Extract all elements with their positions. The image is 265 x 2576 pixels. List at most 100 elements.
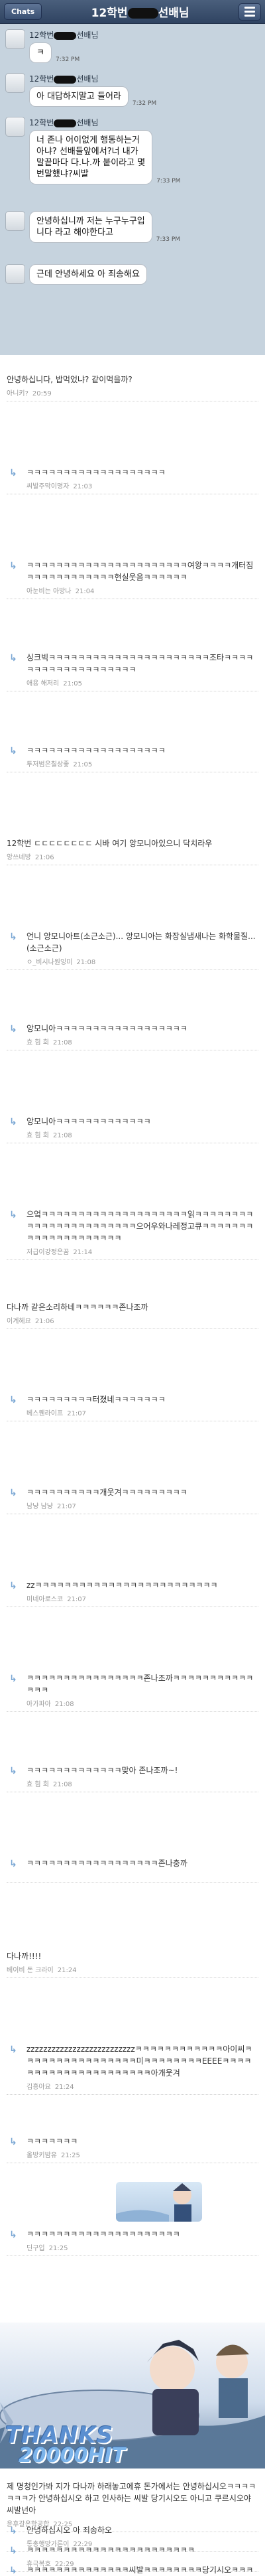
comment-author[interactable]: 효 힘 회: [26, 1781, 49, 1788]
comment-time: 20:59: [32, 390, 52, 397]
reply-arrow-icon: ↳: [9, 1859, 17, 1869]
reply-arrow-icon: ↳: [9, 2545, 17, 2556]
reply-comment: ↳ ㅋㅋㅋㅋㅋㅋㅋㅋㅋㅋㅋㅋㅋㅋㅋㅋㅋㅋㅋㅋㅋ 딘구입 21:25: [7, 2223, 258, 2256]
comment-author[interactable]: 투저범은칠상좋: [26, 761, 69, 768]
comment-author[interactable]: ㅇ_비시나원잉미: [26, 959, 72, 966]
message-time: 7:33 PM: [156, 178, 181, 184]
message-time: 7:32 PM: [55, 56, 80, 63]
menu-icon[interactable]: [238, 3, 261, 21]
comment-text: 다나까 같은소리하네ㅋㅋㅋㅋㅋㅋ존나조까: [7, 1303, 148, 1312]
comment-text: ㅋㅋㅋㅋㅋㅋㅋㅋㅋㅋㅋㅋㅋ맞아 존나조까~!: [26, 1766, 178, 1775]
comment-author[interactable]: 아니키?: [7, 390, 28, 397]
comment-meta: 효 힘 회 21:08: [26, 1037, 258, 1046]
comment-text: 앙모니아ㅋㅋㅋㅋㅋㅋㅋㅋㅋㅋㅋㅋㅋㅋㅋㅋㅋㅋ: [26, 1024, 187, 1033]
reply-comment: ↳ ㅋㅋㅋㅋㅋㅋㅋㅋㅋㅋㅋㅋㅋㅋㅋㅋ존나조까ㅋㅋㅋㅋㅋㅋㅋㅋㅋㅋㅋㅋㅋㅋ 아가파아 2…: [7, 1667, 258, 1712]
reply-arrow-icon: ↳: [9, 2044, 17, 2055]
reply-arrow-icon: ↳: [9, 1210, 17, 1220]
comment-author[interactable]: 미네아로스코: [26, 1596, 63, 1603]
comment-author[interactable]: 아눈비는 아방나: [26, 588, 72, 595]
comment-author[interactable]: 앙쓰네방: [7, 854, 31, 861]
comment-time: 21:24: [57, 1967, 77, 1974]
comment-text: 다나까!!!!: [7, 1952, 42, 1961]
inline-image: [116, 2182, 202, 2222]
comment-time: 21:08: [52, 1039, 72, 1046]
reply-arrow-icon: ↳: [9, 1766, 17, 1776]
comment-text: ㅋㅋㅋㅋㅋㅋㅋㅋㅋ터졌네ㅋㅋㅋㅋㅋㅋㅋ: [26, 1395, 166, 1404]
comment-meta: 아니키? 20:59: [7, 388, 258, 397]
comment-time: 21:07: [56, 1503, 76, 1510]
comment-text: ㅋㅋㅋㅋㅋㅋㅋㅋㅋㅋㅋㅋㅋㅋㅋㅋㅋㅋ존나충까: [26, 1859, 187, 1868]
comment-meta: 아가파아 21:08: [26, 1698, 258, 1708]
comment-text: ㅋㅋㅋㅋㅋㅋㅋㅋㅋㅋㅋㅋㅋㅋㅋㅋㅋㅋㅋ: [26, 468, 166, 477]
reply-comment: ↳ ㅋㅋㅋㅋㅋㅋㅋㅋㅋ터졌네ㅋㅋㅋㅋㅋㅋㅋ 베스웬라이프 21:07: [7, 1388, 258, 1421]
avatar[interactable]: [5, 117, 25, 137]
sender-name: 12학번 선배님: [29, 118, 99, 127]
comment-meta: 아눈비는 아방나 21:04: [26, 585, 258, 595]
sender-name: 12학번 선배님: [29, 74, 99, 84]
reply-arrow-icon: ↳: [9, 2565, 17, 2576]
comment-author[interactable]: 남냥 남냥: [26, 1503, 53, 1510]
comment: 12학번 ㄷㄷㄷㄷㄷㄷㄷㄷ 시바 여기 앙모니아있으니 닥치라우 앙쓰네방 21:0…: [7, 832, 258, 865]
comment-text: ㅋㅋㅋㅋㅋㅋㅋㅋㅋㅋㅋㅋㅋㅋㅋㅋㅋㅋㅋㅋㅋㅋㅋ: [26, 2545, 195, 2555]
avatar[interactable]: [5, 29, 25, 49]
reply-comment: ↳ ㅋㅋㅋㅋㅋㅋㅋㅋㅋㅋㅋㅋㅋ맞아 존나조까~! 효 힘 회 21:08: [7, 1759, 258, 1792]
avatar[interactable]: [5, 264, 25, 284]
redaction-mark: [127, 8, 158, 19]
comment-author[interactable]: 효 힘 회: [26, 1132, 49, 1139]
reply-comment: ↳ 으엌ㅋㅋㅋㅋㅋㅋㅋㅋㅋㅋㅋㅋㅋㅋㅋㅋㅋㅋㅋㅋ읽ㅋㅋㅋㅋㅋㅋㅋㅋㅋㅋㅋㅋㅋㅋㅋㅋ…: [7, 1203, 258, 1260]
comment-text: zzㅋㅋㅋㅋㅋㅋㅋㅋㅋㅋㅋㅋㅋㅋㅋㅋㅋㅋㅋㅋㅋㅋㅋㅋㅋ: [26, 1581, 218, 1590]
comment-time: 21:25: [61, 2152, 80, 2159]
comment-time: 21:08: [54, 1701, 74, 1708]
message-bubble: 너 존나 어이없게 행동하는거 아냐? 선배들앞에서?너 내가 말끝마다 다.나…: [29, 130, 153, 184]
comment-author[interactable]: 저급이강정은꿈: [26, 1249, 69, 1256]
chats-back-button[interactable]: Chats: [4, 3, 42, 20]
comment-author[interactable]: 김흥아요: [26, 2084, 51, 2091]
comment-time: 21:25: [48, 2245, 68, 2252]
comment-author[interactable]: 베스웬라이프: [26, 1410, 63, 1417]
comment-author[interactable]: 씨발주막이명자: [26, 483, 69, 490]
comment-author[interactable]: 베이비 돈 크라이: [7, 1967, 54, 1974]
sender-name: 12학번 선배님: [29, 31, 99, 40]
comment-author[interactable]: 효 힘 회: [26, 1039, 49, 1046]
comment-meta: 남냥 남냥 21:07: [26, 1500, 258, 1510]
comment-text: 언니 앙모니아트(소근소근)... 앙모니아는 화장실냄새나는 화학물질...(…: [26, 932, 256, 953]
comment-meta: 애용 해저리 21:05: [26, 678, 258, 687]
comment-meta: 투저범은칠상좋 21:05: [26, 758, 258, 768]
reply-comment: ↳ ㅋㅋㅋㅋㅋㅋㅋㅋㅋㅋㅋㅋㅋㅋㅋㅋㅋㅋㅋ 씨발주막이명자 21:03: [7, 461, 258, 494]
message-bubble: ㅋ: [29, 42, 52, 63]
comment-time: 21:07: [67, 1410, 87, 1417]
comment-text: ㅋㅋㅋㅋㅋㅋㅋㅋㅋㅋ개웃겨ㅋㅋㅋㅋㅋㅋㅋㅋㅋ: [26, 1488, 187, 1497]
reply-arrow-icon: ↳: [9, 2137, 17, 2147]
reply-comment: ↳ zzㅋㅋㅋㅋㅋㅋㅋㅋㅋㅋㅋㅋㅋㅋㅋㅋㅋㅋㅋㅋㅋㅋㅋㅋㅋ 미네아로스코 21:07: [7, 1574, 258, 1607]
comment-author[interactable]: 애용 해저리: [26, 680, 59, 687]
reply-comment: ↳ ㅋㅋㅋㅋㅋㅋㅋㅋㅋㅋㅋㅋㅋㅋㅋㅋㅋㅋㅋ 투저범은칠상좋 21:05: [7, 739, 258, 772]
reply-arrow-icon: ↳: [9, 932, 17, 942]
comment-meta: 효 힘 회 21:08: [26, 1129, 258, 1139]
comment-author[interactable]: 아가파아: [26, 1701, 51, 1708]
reply-comment: ↳ ㅋㅋㅋㅋㅋㅋㅋㅋㅋㅋ개웃겨ㅋㅋㅋㅋㅋㅋㅋㅋㅋ 남냥 남냥 21:07: [7, 1481, 258, 1514]
reply-arrow-icon: ↳: [9, 653, 17, 664]
comment-text: 안녕하십니다, 밥먹었냐? 같이먹을까?: [7, 375, 132, 384]
reply-arrow-icon: ↳: [9, 468, 17, 478]
comment-text: 으엌ㅋㅋㅋㅋㅋㅋㅋㅋㅋㅋㅋㅋㅋㅋㅋㅋㅋㅋㅋㅋ읽ㅋㅋㅋㅋㅋㅋㅋㅋㅋㅋㅋㅋㅋㅋㅋㅋㅋ…: [26, 1210, 254, 1243]
reply-comment: ↳ ㅋㅋㅋㅋㅋㅋㅋㅋㅋㅋㅋㅋㅋㅋㅋㅋㅋㅋㅋㅋㅋㅋ여왕ㅋㅋㅋㅋ개터짐ㅋㅋㅋㅋㅋㅋㅋㅋ…: [7, 554, 258, 599]
comment-meta: 앙쓰네방 21:06: [7, 851, 258, 861]
comment-text: 앙모니아ㅋㅋㅋㅋㅋㅋㅋㅋㅋㅋㅋㅋㅋ: [26, 1117, 151, 1126]
reply-comment: ↳ 앙모니아ㅋㅋㅋㅋㅋㅋㅋㅋㅋㅋㅋㅋㅋ 효 힘 회 21:08: [7, 1110, 258, 1143]
comment-time: 21:06: [34, 854, 54, 861]
comment-meta: 베이비 돈 크라이 21:24: [7, 1964, 258, 1974]
comment-text: ㅋㅋㅋㅋㅋㅋㅋㅋㅋㅋㅋㅋㅋㅋㅋㅋ존나조까ㅋㅋㅋㅋㅋㅋㅋㅋㅋㅋㅋㅋㅋㅋ: [26, 1674, 254, 1695]
chat-message: 12학번 선배님 너 존나 어이없게 행동하는거 아냐? 선배들앞에서?너 내가 …: [5, 117, 180, 184]
chat-title-suffix: 선배님: [158, 7, 189, 20]
comment-author[interactable]: 딘구입: [26, 2245, 45, 2252]
comment-meta: 딘구입 21:25: [26, 2242, 258, 2252]
comment-time: 21:03: [73, 483, 93, 490]
comment-author[interactable]: 이계헤요: [7, 1318, 31, 1325]
comment-text: 제 명청인가봐 지가 다나까 하래놓고에휴 돈가에서는 안녕하십시오ㅋㅋㅋㅋㅋㅋ…: [7, 2482, 256, 2515]
comment-text: 싱크빅ㅋㅋㅋㅋㅋㅋㅋㅋㅋㅋㅋㅋㅋㅋㅋㅋㅋㅋㅋㅋㅋㅋ조타ㅋㅋㅋㅋㅋㅋㅋㅋㅋㅋㅋㅋㅋ…: [26, 653, 254, 674]
avatar[interactable]: [5, 211, 25, 231]
avatar[interactable]: [5, 73, 25, 93]
comment-author[interactable]: 올방키밤유: [26, 2152, 57, 2159]
chat-screenshot: Chats 12학번 선배님 12학번 선배님 ㅋ 7:32 PM 12학번 선배님 …: [0, 0, 265, 355]
reply-arrow-icon: ↳: [9, 1117, 17, 1127]
